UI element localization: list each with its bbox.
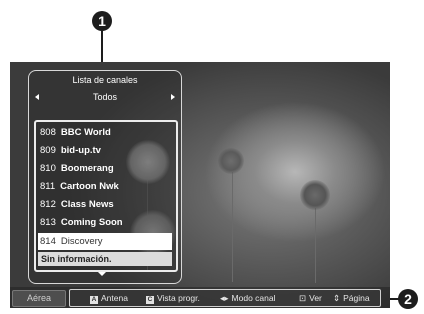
channel-row[interactable]: 812 Class News [40,196,172,213]
hint-view[interactable]: ⊡ Ver [299,290,322,306]
channel-row[interactable]: 810 Boomerang [40,160,172,177]
yellow-c-key-icon: C [146,296,154,304]
triangle-right-icon[interactable] [171,94,175,100]
channel-list: 808 BBC World 809 bid-up.tv 810 Boomerang 8… [34,120,178,272]
hint-label: Antena [101,293,128,303]
panel-title: Lista de canales [72,75,138,85]
flower-stem [232,172,233,282]
channel-name: Boomerang [60,163,114,174]
channel-row[interactable]: 811 Cartoon Nwk [40,178,172,195]
hint-channel-mode[interactable]: ◂▸ Modo canal [220,290,276,306]
channel-name: Discovery [60,236,103,247]
remote-hints: A Antena C Vista progr. ◂▸ Modo canal ⊡ Ver … [69,289,381,307]
channel-name: BBC World [60,127,111,138]
channel-group-label: Todos [92,92,118,102]
channel-row[interactable]: 808 BBC World [40,124,172,141]
antenna-mode-label: Aérea [12,290,66,307]
channel-number: 808 [40,127,56,138]
channel-name: Class News [60,199,114,210]
background-flower [300,180,330,210]
channel-number: 811 [40,181,56,192]
channel-list-panel: Lista de canales Todos 808 BBC World 809 b… [28,70,182,284]
channel-number: 813 [40,217,56,228]
hint-label: Página [343,293,370,303]
channel-name: Coming Soon [60,217,123,228]
up-down-arrows-icon: ⇕ [333,293,341,303]
tv-screen: Lista de canales Todos 808 BBC World 809 b… [10,62,390,308]
channel-number: 812 [40,199,56,210]
channel-row-selected[interactable]: 814 Discovery [38,233,172,250]
triangle-down-icon[interactable] [98,272,106,276]
bottom-button-bar: Aérea A Antena C Vista progr. ◂▸ Modo canal… [10,287,390,308]
channel-number: 814 [40,236,56,247]
channel-name: Cartoon Nwk [60,181,119,192]
channel-group-selector[interactable]: Todos [33,91,177,104]
hint-label: Vista progr. [157,293,200,303]
channel-name: bid-up.tv [60,145,101,156]
hint-guide[interactable]: C Vista progr. [146,290,200,306]
background-flower [218,148,244,174]
callout-1: 1 [92,11,112,31]
flower-stem [315,208,316,283]
program-info: Sin información. [38,252,172,266]
hint-page[interactable]: ⇕ Página [333,290,370,306]
triangle-left-icon[interactable] [35,94,39,100]
callout-2: 2 [398,289,418,309]
hint-label: Ver [309,293,322,303]
channel-row[interactable]: 809 bid-up.tv [40,142,172,159]
red-a-key-icon: A [90,296,98,304]
channel-row[interactable]: 813 Coming Soon [40,214,172,231]
left-right-arrows-icon: ◂▸ [220,293,229,303]
hint-antenna[interactable]: A Antena [90,290,128,306]
enter-icon: ⊡ [299,293,307,303]
channel-number: 810 [40,163,56,174]
hint-label: Modo canal [231,293,276,303]
channel-number: 809 [40,145,56,156]
